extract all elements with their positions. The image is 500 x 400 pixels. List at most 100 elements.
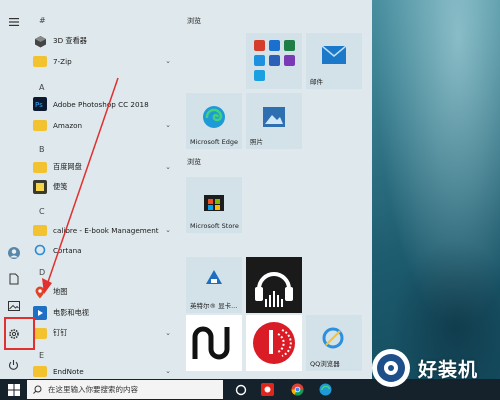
film-icon	[33, 306, 47, 320]
picture-icon[interactable]	[4, 296, 23, 315]
chevron-down-icon: ⌄	[165, 57, 171, 65]
intel-graphics-icon	[206, 270, 222, 284]
edge-icon[interactable]	[318, 382, 333, 397]
headphones-icon	[255, 272, 293, 307]
watermark-text: 好装机	[418, 358, 479, 381]
windows-icon[interactable]	[6, 382, 21, 397]
folder-icon	[33, 119, 47, 131]
tile-group-title: 浏览	[187, 158, 201, 166]
folder-icon	[33, 161, 47, 173]
section-letter-c[interactable]: C	[39, 207, 45, 216]
app-7zip[interactable]: 7-Zip ⌄	[33, 52, 179, 70]
music-logo-icon	[253, 322, 295, 364]
tile-label: 邮件	[310, 78, 323, 86]
start-menu: # 3D 查看器 7-Zip ⌄ A Ps Adobe Photoshop CC…	[0, 0, 372, 379]
edge-tile[interactable]: Microsoft Edge	[186, 93, 242, 149]
tile-label: 照片	[250, 138, 263, 146]
svg-text:Ps: Ps	[35, 101, 43, 109]
app-label: 7-Zip	[53, 56, 72, 66]
cube-icon	[33, 34, 47, 48]
app-sticky-notes[interactable]: 便笺	[33, 178, 179, 196]
store-tile[interactable]: Microsoft Store	[186, 177, 242, 233]
onenote-icon	[284, 55, 295, 66]
app-amazon[interactable]: Amazon ⌄	[33, 116, 179, 134]
app-label: calibre - E-book Management	[53, 225, 159, 235]
office-icon	[254, 40, 265, 51]
app-label: Adobe Photoshop CC 2018	[53, 99, 149, 109]
wave-logo-icon	[192, 326, 230, 360]
app-movies-tv[interactable]: 电影和电视	[33, 304, 179, 322]
cortana-icon	[33, 243, 47, 257]
onedrive-icon	[254, 55, 265, 66]
section-letter-d[interactable]: D	[39, 268, 45, 277]
chevron-down-icon: ⌄	[165, 329, 171, 337]
photoshop-icon: Ps	[33, 97, 47, 111]
hamburger-icon[interactable]	[4, 12, 23, 31]
chevron-down-icon: ⌄	[165, 121, 171, 129]
app-maps[interactable]: 地图	[33, 283, 179, 301]
power-icon[interactable]	[4, 355, 23, 374]
jd-icon[interactable]	[260, 382, 275, 397]
store-icon	[204, 195, 224, 211]
app-label: 百度网盘	[53, 162, 82, 171]
mail-tile[interactable]: 邮件	[306, 33, 362, 89]
folder-icon	[33, 224, 47, 236]
section-letter-a[interactable]: A	[39, 83, 44, 92]
app-label: 地图	[53, 287, 68, 296]
site-watermark: 好装机	[370, 346, 496, 390]
qq-browser-icon	[322, 327, 344, 349]
app-label: Amazon	[53, 120, 83, 130]
document-icon[interactable]	[4, 269, 23, 288]
app-dingtalk[interactable]: 钉钉 ⌄	[33, 324, 179, 342]
office-apps-tile[interactable]	[246, 33, 302, 89]
app-cortana[interactable]: Cortana	[33, 241, 179, 259]
skype-icon	[254, 70, 265, 81]
headphones-tile[interactable]	[246, 257, 302, 313]
chevron-down-icon: ⌄	[165, 163, 171, 171]
folder-icon	[33, 365, 47, 377]
app-endnote[interactable]: EndNote ⌄	[33, 362, 179, 380]
chrome-icon[interactable]	[290, 382, 305, 397]
app-calibre[interactable]: calibre - E-book Management ⌄	[33, 221, 179, 239]
app-label: 钉钉	[53, 328, 68, 337]
section-letter-e[interactable]: E	[39, 351, 44, 360]
tile-label: 英特尔® 显卡...	[190, 302, 238, 310]
app-label: 电影和电视	[53, 308, 89, 317]
avatar[interactable]	[4, 243, 23, 262]
edge-icon	[203, 106, 225, 128]
tile-area: 浏览 邮件 Microsoft Edge 照片 浏览 Microsoft Sto…	[185, 0, 372, 379]
app-baidu-netdisk[interactable]: 百度网盘 ⌄	[33, 158, 179, 176]
chevron-down-icon: ⌄	[165, 226, 171, 234]
taskbar-search-box[interactable]: 在这里输入你要搜索的内容	[27, 380, 223, 399]
app-3d-viewer[interactable]: 3D 查看器	[33, 32, 179, 50]
netease-music-tile[interactable]	[246, 315, 302, 371]
section-letter-hash[interactable]: #	[39, 16, 46, 25]
envelope-icon	[322, 46, 346, 64]
app-label: 3D 查看器	[53, 36, 87, 45]
tile-label: Microsoft Store	[190, 222, 239, 230]
tile-label: QQ浏览器	[310, 360, 340, 368]
outlook-icon	[269, 40, 280, 51]
settings-highlight-box	[4, 317, 35, 350]
word-icon	[269, 55, 280, 66]
watermark-logo	[372, 349, 410, 387]
app-label: 便笺	[53, 182, 68, 191]
excel-icon	[284, 40, 295, 51]
map-pin-icon	[33, 285, 47, 299]
app-label: Cortana	[53, 245, 82, 255]
tile-label: Microsoft Edge	[190, 138, 239, 146]
photo-icon	[263, 107, 285, 127]
app-label: EndNote	[53, 366, 84, 376]
intel-graphics-tile[interactable]: 英特尔® 显卡...	[186, 257, 242, 313]
folder-icon	[33, 327, 47, 339]
photos-tile[interactable]: 照片	[246, 93, 302, 149]
tile-group-title: 浏览	[187, 17, 201, 25]
task-view-icon[interactable]	[233, 382, 248, 397]
sticky-note-icon	[33, 180, 47, 194]
qq-browser-tile[interactable]: QQ浏览器	[306, 315, 362, 371]
wave-app-tile[interactable]	[186, 315, 242, 371]
app-list: # 3D 查看器 7-Zip ⌄ A Ps Adobe Photoshop CC…	[27, 0, 178, 379]
section-letter-b[interactable]: B	[39, 145, 45, 154]
search-icon	[33, 385, 42, 394]
app-photoshop[interactable]: Ps Adobe Photoshop CC 2018	[33, 95, 179, 113]
